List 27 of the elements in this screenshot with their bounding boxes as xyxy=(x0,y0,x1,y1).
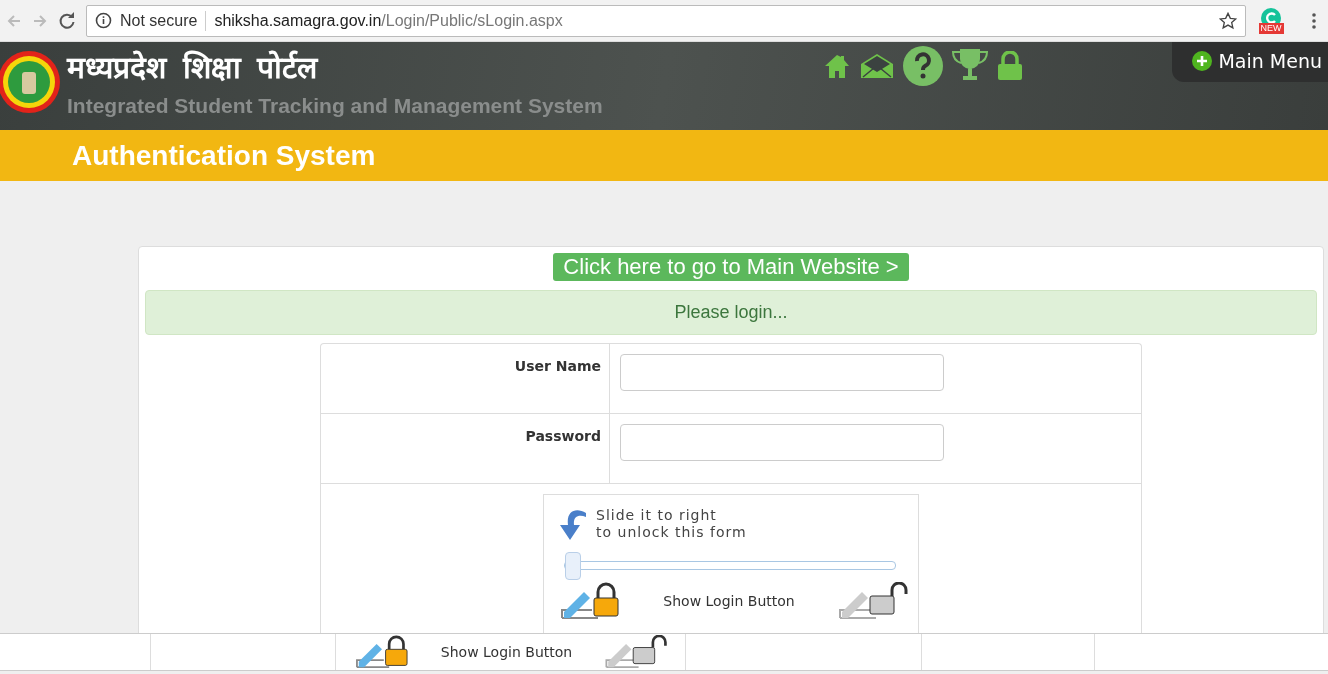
new-badge: NEW xyxy=(1258,23,1284,34)
input-field[interactable] xyxy=(620,354,944,391)
star-icon[interactable] xyxy=(1219,11,1237,30)
portal-subtitle: Integrated Student Tracking and Management System xyxy=(67,94,603,118)
url-text: shiksha.samagra.gov.in/Login/Public/sLogin.aspx xyxy=(214,11,564,30)
envelope-icon[interactable] xyxy=(858,52,895,80)
reload-icon[interactable] xyxy=(58,11,76,30)
lock-icon[interactable] xyxy=(996,51,1023,81)
strip-caption: Show Login Button xyxy=(440,644,573,660)
plus-icon xyxy=(1192,51,1213,71)
field-label: Password xyxy=(525,428,601,444)
help-icon[interactable] xyxy=(902,46,943,86)
security-label: Not secure xyxy=(120,11,198,30)
slider-handle[interactable] xyxy=(565,552,581,580)
banner-title: Authentication System xyxy=(72,139,376,172)
field-label: User Name xyxy=(514,358,601,374)
main-menu-button[interactable]: Main Menu xyxy=(1172,42,1328,82)
unlock-hint: Slide it to right to unlock this form xyxy=(596,507,747,541)
input-field[interactable] xyxy=(620,424,944,461)
login-message: Please login... xyxy=(145,290,1317,335)
unlocked-edit-icon xyxy=(836,582,908,620)
address-bar[interactable]: Not secure shiksha.samagra.gov.in/Login/Public/sLogin.aspx xyxy=(86,4,1246,37)
slider-caption: Show Login Button xyxy=(663,593,795,609)
more-icon[interactable] xyxy=(1312,12,1316,29)
locked-edit-icon xyxy=(558,582,622,620)
portal-title: मध्यप्रदेश शिक्षा पोर्टल xyxy=(67,50,320,86)
info-icon xyxy=(95,12,112,29)
